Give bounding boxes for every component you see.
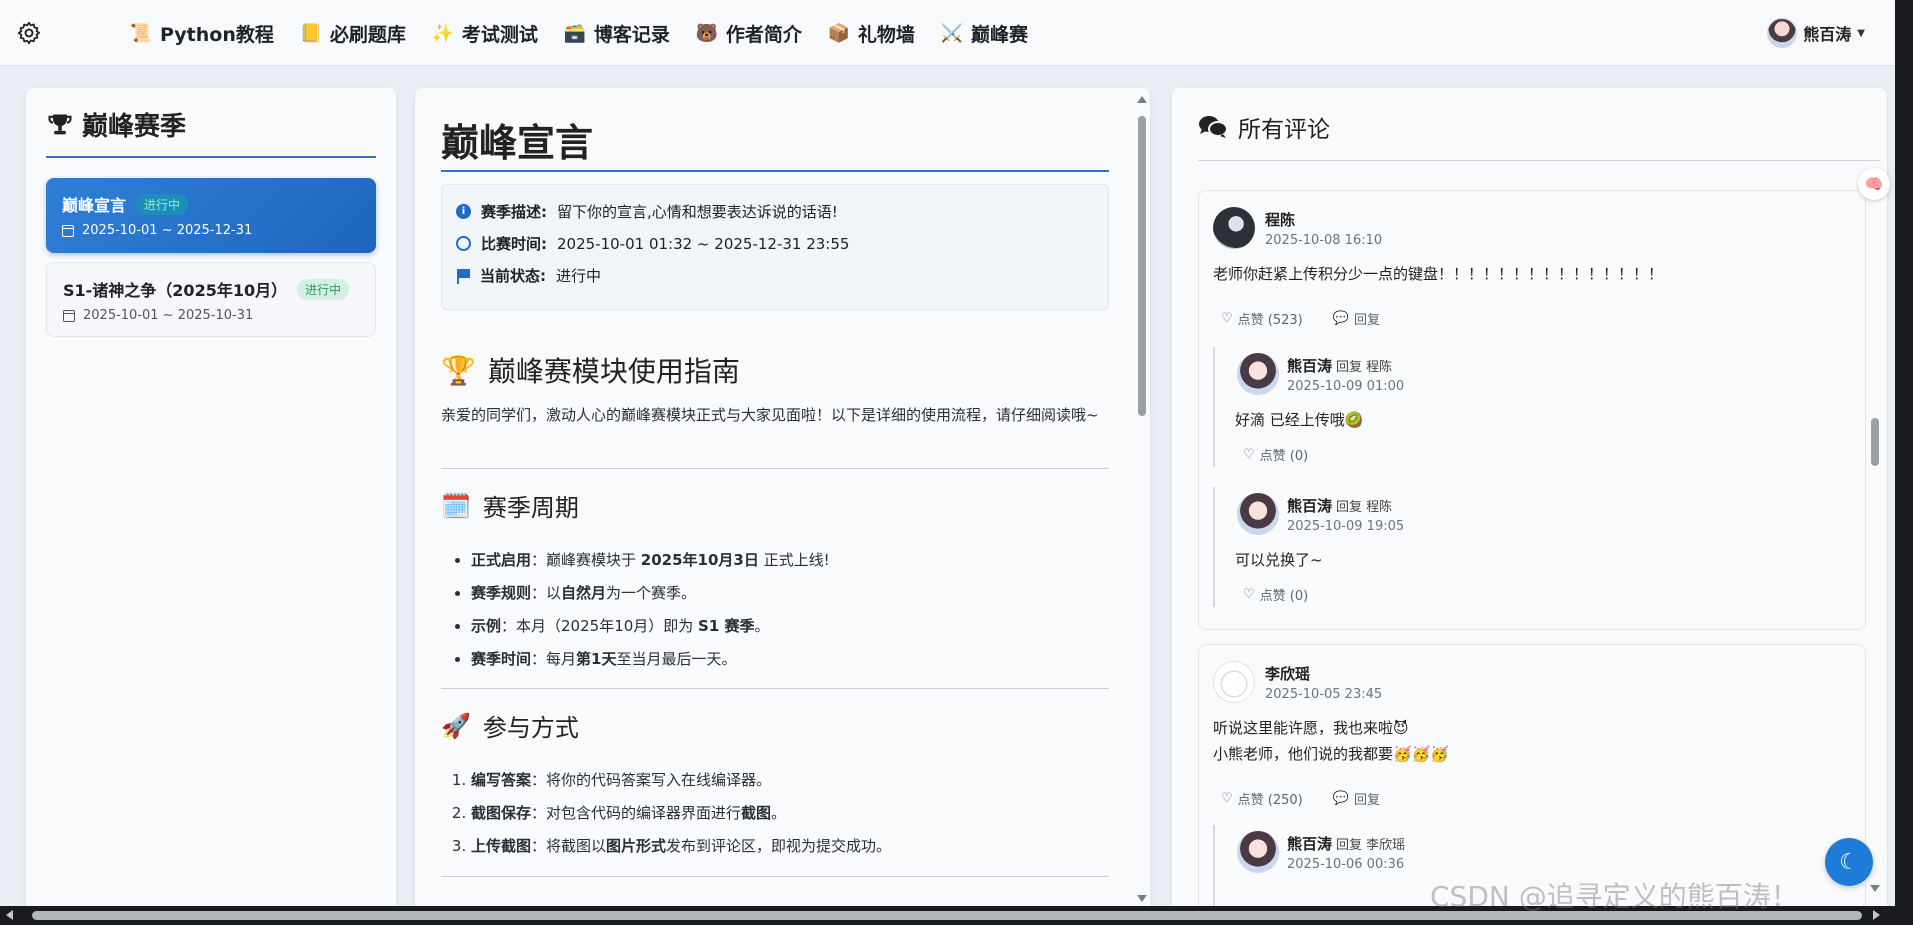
clock-icon — [456, 236, 471, 251]
scroll-right-icon[interactable] — [1873, 910, 1880, 920]
avatar — [1237, 831, 1279, 873]
scroll-icon: 📜 — [129, 22, 153, 44]
divider — [441, 688, 1109, 689]
season-item[interactable]: S1-诸神之争（2025年10月） 进行中 2025-10-01 ~ 2025-1… — [46, 262, 376, 337]
heart-icon: ♡ — [1221, 311, 1233, 326]
comment-item: 程陈 2025-10-08 16:10 老师你赶紧上传积分少一点的键盘！！！！！… — [1198, 190, 1866, 630]
nav-link-peak[interactable]: ⚔️ 巅峰赛 — [941, 20, 1028, 47]
season-item-active[interactable]: 巅峰宣言 进行中 2025-10-01 ~ 2025-12-31 — [46, 178, 376, 253]
ai-assistant-button[interactable]: 🧠 — [1858, 168, 1890, 200]
moon-icon: ☾ — [1839, 849, 1859, 875]
nav-link-blog[interactable]: 🗃️ 博客记录 — [564, 20, 670, 47]
cycle-list: 正式启用：巅峰赛模块于 2025年10月3日 正式上线! 赛季规则：以自然月为一… — [441, 544, 1109, 676]
scrollbar-thumb[interactable] — [1871, 418, 1879, 466]
swords-icon: ⚔️ — [940, 22, 964, 44]
rocket-icon: 🚀 — [441, 711, 471, 740]
comments-title: 所有评论 — [1198, 110, 1330, 144]
season-detail-card: 巅峰宣言 i 赛季描述: 留下你的宣言,心情和想要表达诉说的话语! 比赛时间: 20… — [415, 88, 1150, 918]
calendar-icon: 🗓️ — [441, 491, 471, 520]
nav-links: 📜 Python教程 📒 必刷题库 ✨ 考试测试 🗃️ 博客记录 🐻 作者简介 📦 礼物墙 … — [130, 0, 1028, 66]
reply-item: 熊百涛 回复 程陈 2025-10-09 19:05 可以兑换了~ ♡ 点赞 (0) — [1213, 487, 1853, 607]
title-underline — [46, 156, 376, 158]
reply-button[interactable]: 💬 回复 — [1333, 309, 1380, 328]
package-icon: 📦 — [827, 22, 851, 44]
like-button[interactable]: ♡ 点赞 (250) — [1221, 789, 1303, 808]
heart-icon: ♡ — [1243, 587, 1255, 602]
middle-scrollbar[interactable] — [1135, 96, 1149, 902]
bear-icon: 🐻 — [695, 22, 719, 44]
guide-intro: 亲爱的同学们，激动人心的巅峰赛模块正式与大家见面啦！以下是详细的使用流程，请仔细… — [441, 406, 1099, 424]
scroll-down-icon[interactable] — [1137, 895, 1147, 902]
join-list: 编写答案：将你的代码答案写入在线编译器。 截图保存：对包含代码的编译器界面进行截… — [441, 764, 1109, 863]
nav-link-exam[interactable]: ✨ 考试测试 — [432, 20, 538, 47]
comments-icon — [1199, 116, 1228, 138]
user-name: 熊百涛 — [1803, 25, 1852, 44]
brain-icon: 🧠 — [1864, 175, 1884, 193]
scroll-left-icon[interactable] — [6, 910, 13, 920]
calendar-icon — [63, 309, 75, 322]
like-button[interactable]: ♡ 点赞 (523) — [1221, 309, 1303, 328]
comments-scrollbar[interactable] — [1868, 96, 1882, 902]
avatar — [1767, 18, 1798, 48]
dark-mode-toggle[interactable]: ☾ — [1825, 838, 1873, 886]
user-menu[interactable]: 熊百涛 ▼ — [1767, 18, 1865, 48]
reply-button[interactable]: 💬 回复 — [1333, 789, 1380, 808]
notebook-icon: 📒 — [299, 22, 323, 44]
caret-down-icon: ▼ — [1857, 27, 1865, 39]
avatar — [1237, 353, 1279, 395]
nav-link-python[interactable]: 📜 Python教程 — [130, 20, 274, 47]
season-list-title: 巅峰赛季 — [46, 106, 186, 143]
join-heading: 🚀 参与方式 — [441, 711, 579, 743]
top-nav: 📜 Python教程 📒 必刷题库 ✨ 考试测试 🗃️ 博客记录 🐻 作者简介 📦 礼物墙 … — [0, 0, 1895, 66]
status-badge: 进行中 — [297, 278, 350, 300]
comments-card: 所有评论 程陈 2025-10-08 16:10 老师你赶紧上传积分少一点的键盘… — [1172, 88, 1887, 918]
list-item: 截图保存：对包含代码的编译器界面进行截图。 — [471, 797, 1109, 830]
scrollbar-thumb[interactable] — [1138, 116, 1146, 416]
guide-heading: 🏆 巅峰赛模块使用指南 — [441, 353, 740, 389]
flag-icon — [456, 268, 470, 284]
list-item: 赛季规则：以自然月为一个赛季。 — [471, 577, 1109, 610]
sparkle-icon: ✨ — [431, 22, 455, 44]
window-edge — [1895, 0, 1913, 925]
watermark: CSDN @追寻定义的熊百涛！ — [1430, 880, 1799, 913]
chat-icon: 💬 — [1332, 311, 1349, 326]
trophy-icon — [48, 114, 72, 134]
title-underline — [1198, 160, 1880, 161]
like-button[interactable]: ♡ 点赞 (0) — [1243, 445, 1308, 464]
list-item: 示例：本月（2025年10月）即为 S1 赛季。 — [471, 610, 1109, 643]
list-item: 上传截图：将截图以图片形式发布到评论区，即视为提交成功。 — [471, 830, 1109, 863]
reply-item: 熊百涛 回复 程陈 2025-10-09 01:00 好滴 已经上传哦🥝 ♡ 点赞 … — [1213, 347, 1853, 467]
heart-icon: ♡ — [1221, 791, 1233, 806]
nav-link-author[interactable]: 🐻 作者简介 — [696, 20, 802, 47]
like-button[interactable]: ♡ 点赞 (0) — [1243, 585, 1308, 604]
info-icon: i — [456, 204, 471, 219]
nav-link-questions[interactable]: 📒 必刷题库 — [300, 20, 406, 47]
avatar — [1213, 661, 1255, 703]
card-box-icon: 🗃️ — [563, 22, 587, 44]
status-badge: 进行中 — [136, 193, 189, 215]
heart-icon: ♡ — [1243, 447, 1255, 462]
gear-icon[interactable] — [16, 20, 42, 46]
list-item: 赛季时间：每月第1天至当月最后一天。 — [471, 643, 1109, 676]
cycle-heading: 🗓️ 赛季周期 — [441, 491, 579, 523]
divider — [441, 468, 1109, 469]
title-underline — [441, 170, 1109, 172]
avatar — [1213, 207, 1255, 249]
chat-icon: 💬 — [1332, 791, 1349, 806]
season-list-card: 巅峰赛季 巅峰宣言 进行中 2025-10-01 ~ 2025-12-31 S1-… — [26, 88, 396, 918]
avatar — [1237, 493, 1279, 535]
divider — [441, 876, 1109, 877]
season-info-box: i 赛季描述: 留下你的宣言,心情和想要表达诉说的话语! 比赛时间: 2025-10… — [441, 184, 1109, 310]
list-item: 正式启用：巅峰赛模块于 2025年10月3日 正式上线! — [471, 544, 1109, 577]
scroll-down-icon[interactable] — [1870, 885, 1880, 892]
calendar-icon — [62, 224, 74, 237]
scroll-up-icon[interactable] — [1137, 96, 1147, 103]
trophy-icon: 🏆 — [441, 353, 476, 387]
page-title: 巅峰宣言 — [441, 121, 594, 165]
nav-link-gifts[interactable]: 📦 礼物墙 — [828, 20, 915, 47]
list-item: 编写答案：将你的代码答案写入在线编译器。 — [471, 764, 1109, 797]
